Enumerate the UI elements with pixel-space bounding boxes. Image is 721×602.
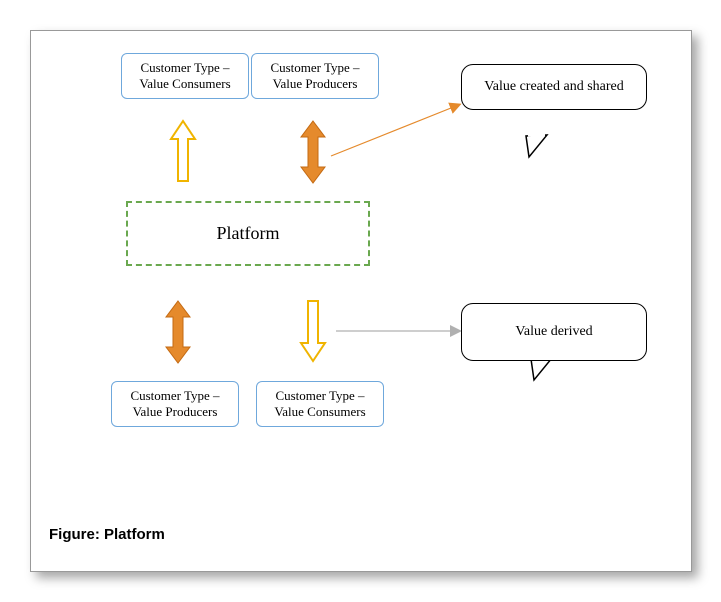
figure-caption: Figure: Platform — [49, 526, 165, 543]
arrows-layer — [31, 31, 691, 571]
callout-value-derived: Value derived — [461, 303, 647, 361]
box-customer-consumers-top: Customer Type – Value Consumers — [121, 53, 249, 99]
callout-value-created: Value created and shared — [461, 64, 647, 110]
box-customer-producers-bottom: Customer Type – Value Producers — [111, 381, 239, 427]
box-customer-producers-top: Customer Type – Value Producers — [251, 53, 379, 99]
diagram-panel: Customer Type – Value Consumers Customer… — [30, 30, 692, 572]
platform-box: Platform — [126, 201, 370, 266]
box-customer-consumers-bottom: Customer Type – Value Consumers — [256, 381, 384, 427]
